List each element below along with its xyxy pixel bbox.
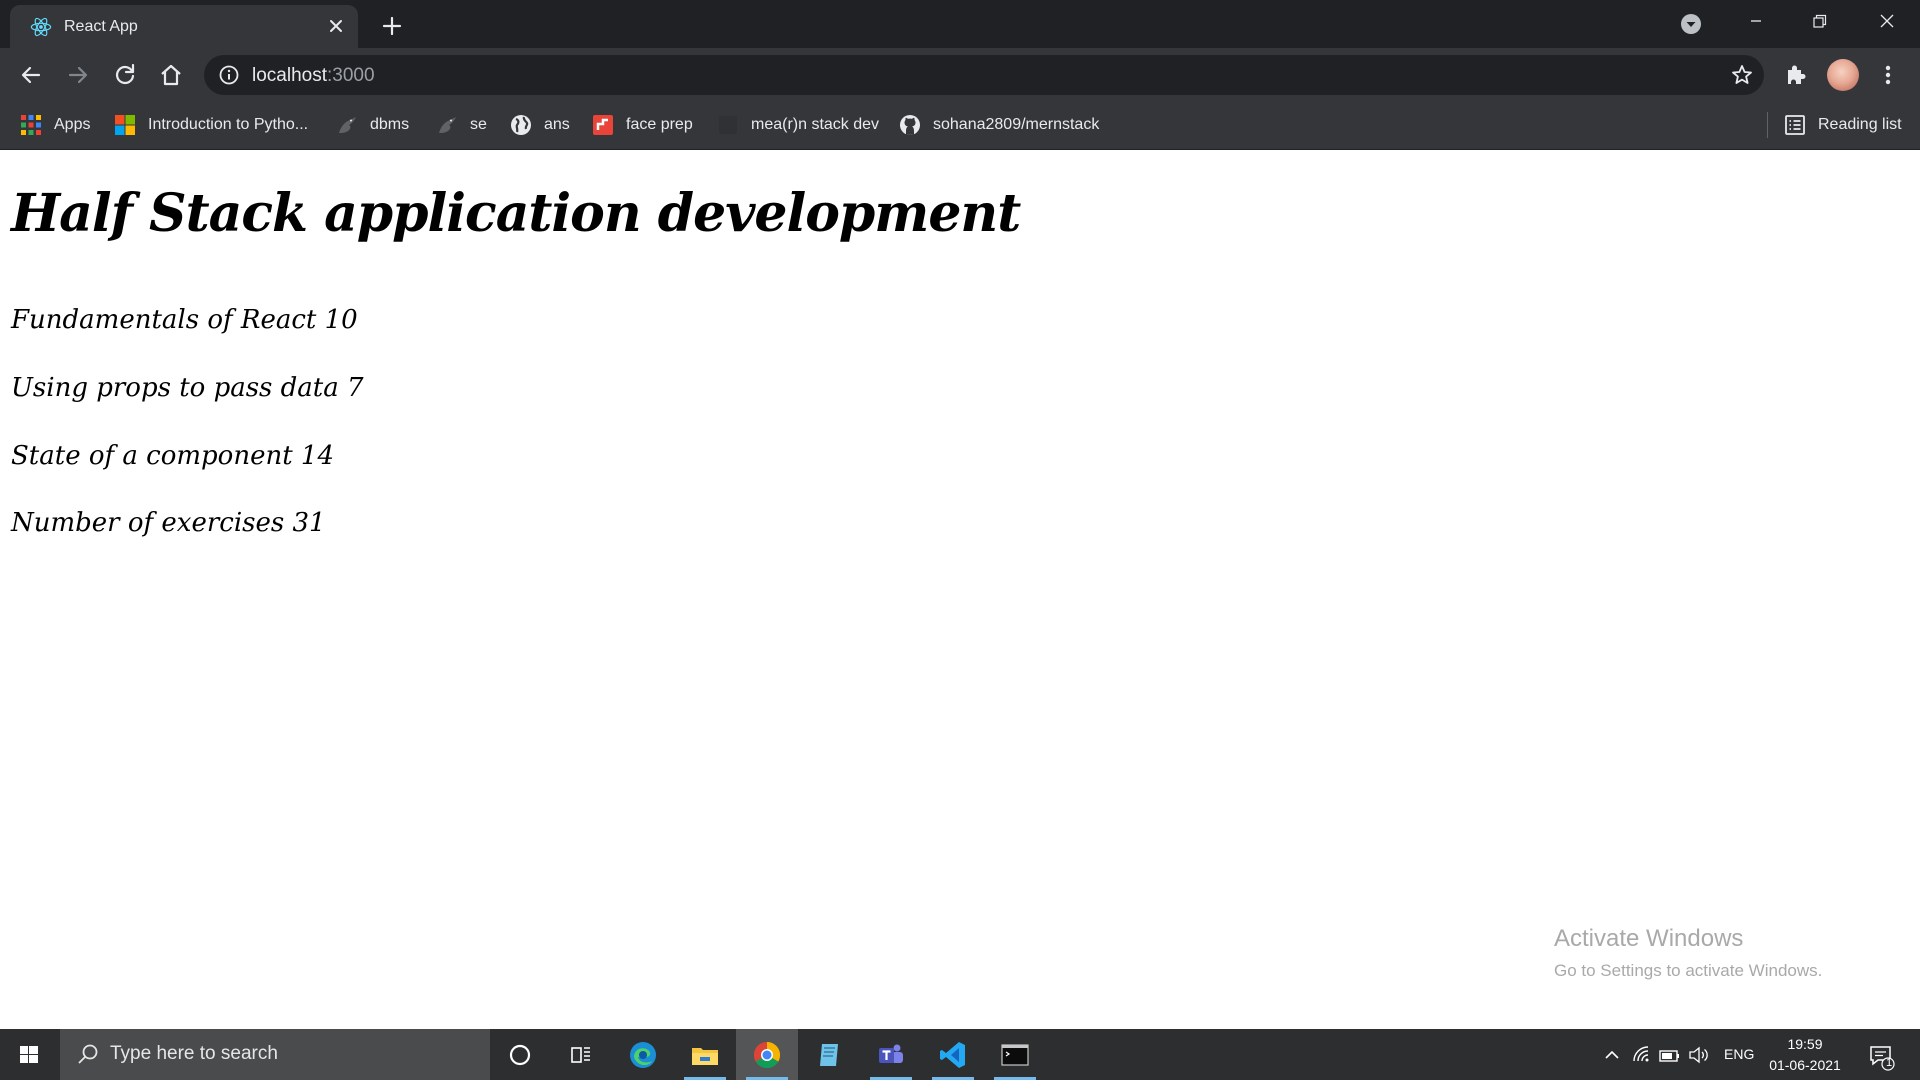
search-placeholder: Type here to search [110,1043,278,1064]
bookmark-dbms[interactable]: dbms [336,112,409,138]
restore-icon[interactable] [1797,8,1843,40]
profile-avatar[interactable] [1827,59,1859,91]
microsoft-logo-icon [115,115,135,135]
part-fundamentals: Fundamentals of React 10 [11,305,358,335]
notepad-button[interactable] [798,1029,860,1080]
chrome-button[interactable] [736,1029,798,1080]
url-host: localhost [252,65,327,86]
part-state: State of a component 14 [11,441,335,471]
wifi-icon[interactable] [1630,1043,1654,1067]
chrome-icon [753,1041,781,1069]
globe-icon [511,115,531,135]
action-center-button[interactable]: 1 [1866,1041,1896,1071]
bookmark-se[interactable]: se [436,112,487,138]
bookmark-face-prep[interactable]: face prep [592,112,693,138]
kebab-menu-icon[interactable] [1874,60,1902,90]
system-clock[interactable]: 19:59 01-06-2021 [1760,1034,1850,1076]
new-tab-plus-icon[interactable] [378,12,406,40]
close-tab-icon[interactable] [324,14,348,38]
github-icon [900,115,920,135]
show-hidden-icons-chevron-icon[interactable] [1600,1043,1624,1067]
bookmarks-bar: Apps Introduction to Pytho... dbms se an… [0,102,1920,150]
vscode-button[interactable] [922,1029,984,1080]
teams-icon [879,1044,903,1063]
page-title: Half Stack application development [11,183,1021,244]
total-exercises: Number of exercises 31 [11,508,326,538]
bookmark-label: Apps [54,116,91,133]
address-bar[interactable]: localhost:3000 [204,55,1764,95]
bookmark-label: Introduction to Pytho... [148,116,309,133]
bookmarks-divider [1767,112,1768,138]
browser-tab-strip: React App [0,0,1920,48]
back-arrow-icon[interactable] [15,59,47,91]
tab-search-icon[interactable] [1679,12,1703,36]
search-icon [78,1044,98,1064]
bookmark-label: mea(r)n stack dev [751,116,880,133]
reload-icon[interactable] [109,59,141,91]
terminal-icon [1001,1044,1029,1066]
file-explorer-icon [692,1048,718,1065]
task-view-button[interactable] [550,1029,612,1080]
watermark-title: Activate Windows [1554,925,1744,952]
tab-title: React App [64,18,138,35]
forward-arrow-icon[interactable] [62,59,94,91]
browser-toolbar: localhost:3000 [0,48,1920,102]
taskbar-search-box[interactable]: Type here to search [60,1029,490,1080]
bookmark-ans[interactable]: ans [510,112,570,138]
task-view-icon [571,1047,590,1063]
bookmark-introduction-to-python[interactable]: Introduction to Pytho... [114,112,308,138]
cortana-button[interactable] [489,1029,551,1080]
bird-icon [339,117,356,133]
react-logo-icon [30,17,52,37]
extensions-puzzle-icon[interactable] [1781,60,1811,90]
battery-icon[interactable] [1658,1043,1682,1067]
bookmark-github-mernstack[interactable]: sohana2809/mernstack [899,112,1099,138]
reading-list-icon [1785,115,1805,135]
windows-start-icon[interactable] [0,1029,60,1080]
clock-date: 01-06-2021 [1769,1057,1841,1073]
minimize-icon[interactable] [1733,8,1779,40]
reading-list-button[interactable]: Reading list [1784,112,1902,138]
watermark-subtitle: Go to Settings to activate Windows. [1554,961,1823,980]
close-window-icon[interactable] [1864,8,1910,40]
activate-windows-watermark: Activate Windows Go to Settings to activ… [1554,925,1822,981]
terminal-button[interactable] [984,1029,1046,1080]
notification-count: 1 [1885,1057,1893,1069]
edge-button[interactable] [612,1029,674,1080]
site-info-icon[interactable] [218,64,240,86]
input-language[interactable]: ENG [1724,1046,1754,1062]
page-content: Half Stack application development Funda… [0,150,1920,1029]
windows-taskbar: Type here to search ENG 19:59 01-06-2021… [0,1029,1920,1080]
reading-list-label: Reading list [1818,116,1902,133]
url-port: :3000 [327,65,375,86]
apps-grid-icon [21,115,41,135]
tab-react-app[interactable]: React App [10,5,358,48]
bird-icon [439,117,456,133]
bookmark-mean-stack-dev[interactable]: mea(r)n stack dev [717,112,879,138]
face-prep-icon [593,115,613,135]
vscode-icon [940,1042,965,1068]
bookmark-apps[interactable]: Apps [20,112,90,138]
bookmark-label: se [470,116,487,133]
edge-icon [630,1042,656,1068]
part-props: Using props to pass data 7 [11,373,364,403]
bookmark-label: dbms [370,116,410,133]
blank-page-icon [719,116,737,134]
bookmark-label: face prep [626,116,693,133]
bookmark-label: ans [544,116,570,133]
bookmark-label: sohana2809/mernstack [933,116,1100,133]
notepad-icon [820,1044,838,1066]
bookmark-star-icon[interactable] [1730,63,1754,87]
url-text[interactable]: localhost:3000 [252,65,375,87]
teams-button[interactable] [860,1029,922,1080]
clock-time: 19:59 [1787,1036,1823,1052]
volume-icon[interactable] [1687,1043,1711,1067]
home-icon[interactable] [155,59,187,91]
file-explorer-button[interactable] [674,1029,736,1080]
cortana-icon [509,1044,531,1066]
